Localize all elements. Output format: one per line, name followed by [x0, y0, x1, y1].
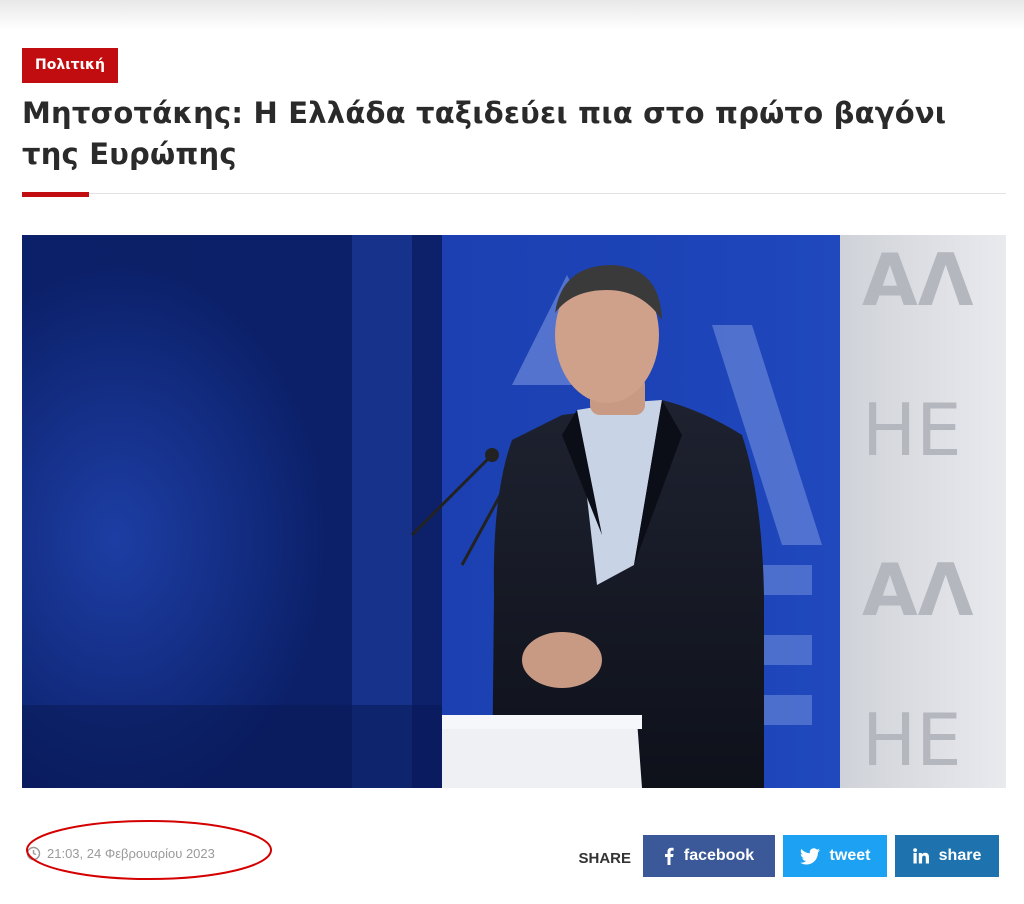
- svg-text:ΗΕ: ΗΕ: [862, 698, 962, 782]
- svg-text:ΗΕ: ΗΕ: [862, 388, 962, 472]
- linkedin-share-label: share: [938, 847, 982, 864]
- facebook-icon: [664, 847, 674, 865]
- header-shadow: [0, 0, 1024, 30]
- linkedin-share-button[interactable]: share: [895, 835, 999, 877]
- highlight-ellipse: [26, 820, 272, 880]
- title-divider: [22, 193, 1006, 194]
- category-badge[interactable]: Πολιτική: [22, 48, 118, 83]
- twitter-share-button[interactable]: tweet: [783, 835, 887, 877]
- share-bar: SHARE facebook tweet share: [578, 835, 999, 877]
- twitter-share-label: tweet: [829, 847, 871, 864]
- svg-text:ΑΛ: ΑΛ: [862, 238, 974, 322]
- article-hero-image: ΑΛ ΗΕ ΑΛ ΗΕ: [22, 235, 1006, 788]
- facebook-share-label: facebook: [683, 847, 755, 864]
- article-title: Μητσοτάκης: Η Ελλάδα ταξιδεύει πια στο π…: [22, 96, 947, 171]
- share-label: SHARE: [578, 849, 631, 867]
- title-divider-accent: [22, 192, 89, 197]
- twitter-icon: [799, 847, 820, 865]
- linkedin-icon: [912, 848, 929, 864]
- svg-text:ΑΛ: ΑΛ: [862, 548, 974, 632]
- facebook-share-button[interactable]: facebook: [643, 835, 775, 877]
